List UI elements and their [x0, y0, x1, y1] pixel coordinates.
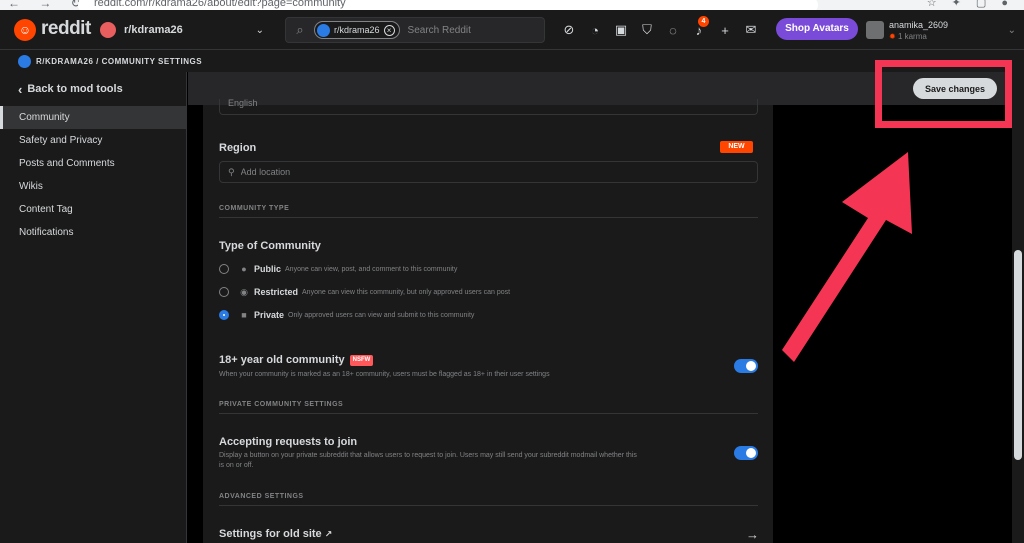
radio-description: Anyone can view, post, and comment to th…	[285, 265, 458, 273]
karma-count: 1 karma	[897, 31, 927, 41]
arrow-right-icon[interactable]: →	[746, 527, 759, 542]
video-icon[interactable]: ▣	[608, 19, 634, 41]
chip-avatar	[317, 23, 330, 37]
old-site-label: Settings for old site	[219, 528, 322, 540]
community-switcher[interactable]: r/kdrama26 ⌄	[96, 15, 274, 45]
chevron-down-icon: ⌄	[1007, 24, 1016, 36]
chip-label: r/kdrama26	[334, 25, 380, 35]
old-site-settings-link[interactable]: Settings for old site ↗	[219, 528, 332, 540]
back-label: Back to mod tools	[27, 83, 123, 95]
location-field[interactable]: ⚲	[219, 161, 758, 183]
external-link-icon: ↗	[324, 529, 333, 539]
subreddit-name: r/kdrama26	[124, 24, 183, 36]
header-icons: ⊘ ◔ ▣ ⛉ ◌ ♪ 4 + ✉	[556, 16, 764, 41]
radio-title: Private	[254, 310, 285, 320]
divider	[219, 505, 758, 506]
radio-private[interactable]: ■ Private Only approved users can view a…	[219, 308, 739, 322]
nsfw-badge: NSFW	[349, 354, 374, 366]
radio-description: Anyone can view this community, but only…	[302, 288, 511, 296]
chevron-left-icon: ‹	[18, 81, 23, 97]
shield-icon[interactable]: ⛉	[634, 19, 660, 41]
radio-button[interactable]	[219, 264, 229, 274]
close-icon[interactable]: ×	[383, 24, 395, 36]
adult-community-label: 18+ year old community	[219, 354, 345, 366]
search-input[interactable]	[407, 24, 538, 36]
sidebar-item-safety-and-privacy[interactable]: Safety and Privacy	[0, 129, 186, 152]
chevron-down-icon: ⌄	[255, 24, 264, 36]
type-of-community-label: Type of Community	[219, 240, 321, 252]
location-pin-icon: ⚲	[228, 166, 235, 177]
plus-icon[interactable]: +	[712, 19, 738, 41]
radio-title: Public	[254, 264, 282, 274]
annotation-arrow	[782, 152, 912, 362]
annotation-arrow-shape	[782, 152, 912, 362]
radio-description: Only approved users can view and submit …	[288, 311, 475, 319]
radio-button-checked[interactable]	[219, 310, 229, 320]
location-input[interactable]	[240, 167, 721, 177]
adult-community-title: 18+ year old community NSFW	[219, 354, 374, 366]
adult-community-description: When your community is marked as an 18+ …	[219, 371, 550, 378]
sidebar-item-community[interactable]: Community	[0, 106, 186, 129]
divider	[219, 413, 758, 414]
breadcrumb: R/KDRAMA26 / COMMUNITY SETTINGS	[0, 50, 1024, 72]
toggle-knob	[746, 361, 756, 371]
username: anamika_2609	[889, 19, 949, 30]
chat-icon[interactable]: ◌	[660, 19, 686, 41]
private-settings-heading: PRIVATE COMMUNITY SETTINGS	[219, 401, 344, 408]
radio-button[interactable]	[219, 287, 229, 297]
community-type-heading: COMMUNITY TYPE	[219, 205, 290, 212]
sidebar-item-wikis[interactable]: Wikis	[0, 175, 186, 198]
advanced-settings-heading: ADVANCED SETTINGS	[219, 493, 304, 500]
adult-community-toggle[interactable]	[734, 359, 758, 373]
notification-badge: 4	[698, 16, 709, 27]
radio-public[interactable]: ● Public Anyone can view, post, and comm…	[219, 262, 739, 276]
accepting-requests-title: Accepting requests to join	[219, 436, 358, 448]
sidebar-item-posts-and-comments[interactable]: Posts and Comments	[0, 152, 186, 175]
browser-nav-icons[interactable]: ← → ↻	[8, 0, 89, 10]
accepting-requests-toggle[interactable]	[734, 446, 758, 460]
language-field[interactable]: English	[219, 99, 758, 115]
radio-title: Restricted	[254, 287, 299, 297]
reddit-header: ☺ reddit r/kdrama26 ⌄ ⌕ r/kdrama26 × ⊘ ◔…	[0, 10, 1024, 50]
accepting-requests-description: Display a button on your private subredd…	[219, 452, 637, 469]
eye-icon: ◉	[240, 286, 248, 297]
subreddit-avatar	[100, 22, 116, 38]
lock-icon: ■	[241, 310, 247, 320]
person-icon: ●	[241, 264, 247, 274]
annotation-highlight-box	[875, 60, 1012, 128]
search-scope-chip[interactable]: r/kdrama26 ×	[314, 21, 400, 39]
reddit-logo-text[interactable]: reddit	[41, 18, 91, 40]
settings-sidebar: ‹ Back to mod tools Community Safety and…	[0, 72, 187, 543]
browser-toolbar: ← → ↻ reddit.com/r/kdrama26/about/edit?p…	[0, 0, 1024, 10]
divider	[219, 217, 758, 218]
karma-icon: ✹	[889, 31, 896, 41]
page-scrollbar-thumb[interactable]	[1014, 250, 1022, 460]
new-badge: NEW	[720, 141, 753, 153]
back-to-mod-tools-link[interactable]: ‹ Back to mod tools	[0, 72, 186, 106]
sidebar-item-content-tag[interactable]: Content Tag	[0, 198, 186, 221]
reddit-logo-icon[interactable]: ☺	[14, 19, 36, 41]
shop-avatars-button[interactable]: Shop Avatars	[776, 18, 858, 40]
browser-extension-icons[interactable]: ☆ ✦ ▢ ●	[927, 0, 1014, 9]
search-bar[interactable]: ⌕ r/kdrama26 ×	[285, 17, 545, 43]
bell-icon[interactable]: ♪ 4	[686, 16, 712, 41]
coins-icon[interactable]: ◔	[582, 19, 608, 41]
toggle-knob	[746, 448, 756, 458]
community-avatar	[18, 54, 31, 68]
megaphone-icon[interactable]: ✉	[738, 19, 764, 41]
user-menu[interactable]: anamika_2609 ✹ 1 karma ⌄	[866, 16, 1016, 44]
region-label: Region	[219, 142, 257, 154]
popular-icon[interactable]: ⊘	[556, 19, 582, 41]
sidebar-item-notifications[interactable]: Notifications	[0, 221, 186, 244]
breadcrumb-text[interactable]: R/KDRAMA26 / COMMUNITY SETTINGS	[36, 57, 202, 66]
community-settings-panel: English Region NEW ⚲ COMMUNITY TYPE Type…	[203, 99, 773, 543]
radio-restricted[interactable]: ◉ Restricted Anyone can view this commun…	[219, 285, 739, 299]
avatar	[866, 21, 884, 39]
search-icon: ⌕	[296, 22, 304, 37]
browser-address-bar[interactable]: reddit.com/r/kdrama26/about/edit?page=co…	[78, 0, 818, 10]
